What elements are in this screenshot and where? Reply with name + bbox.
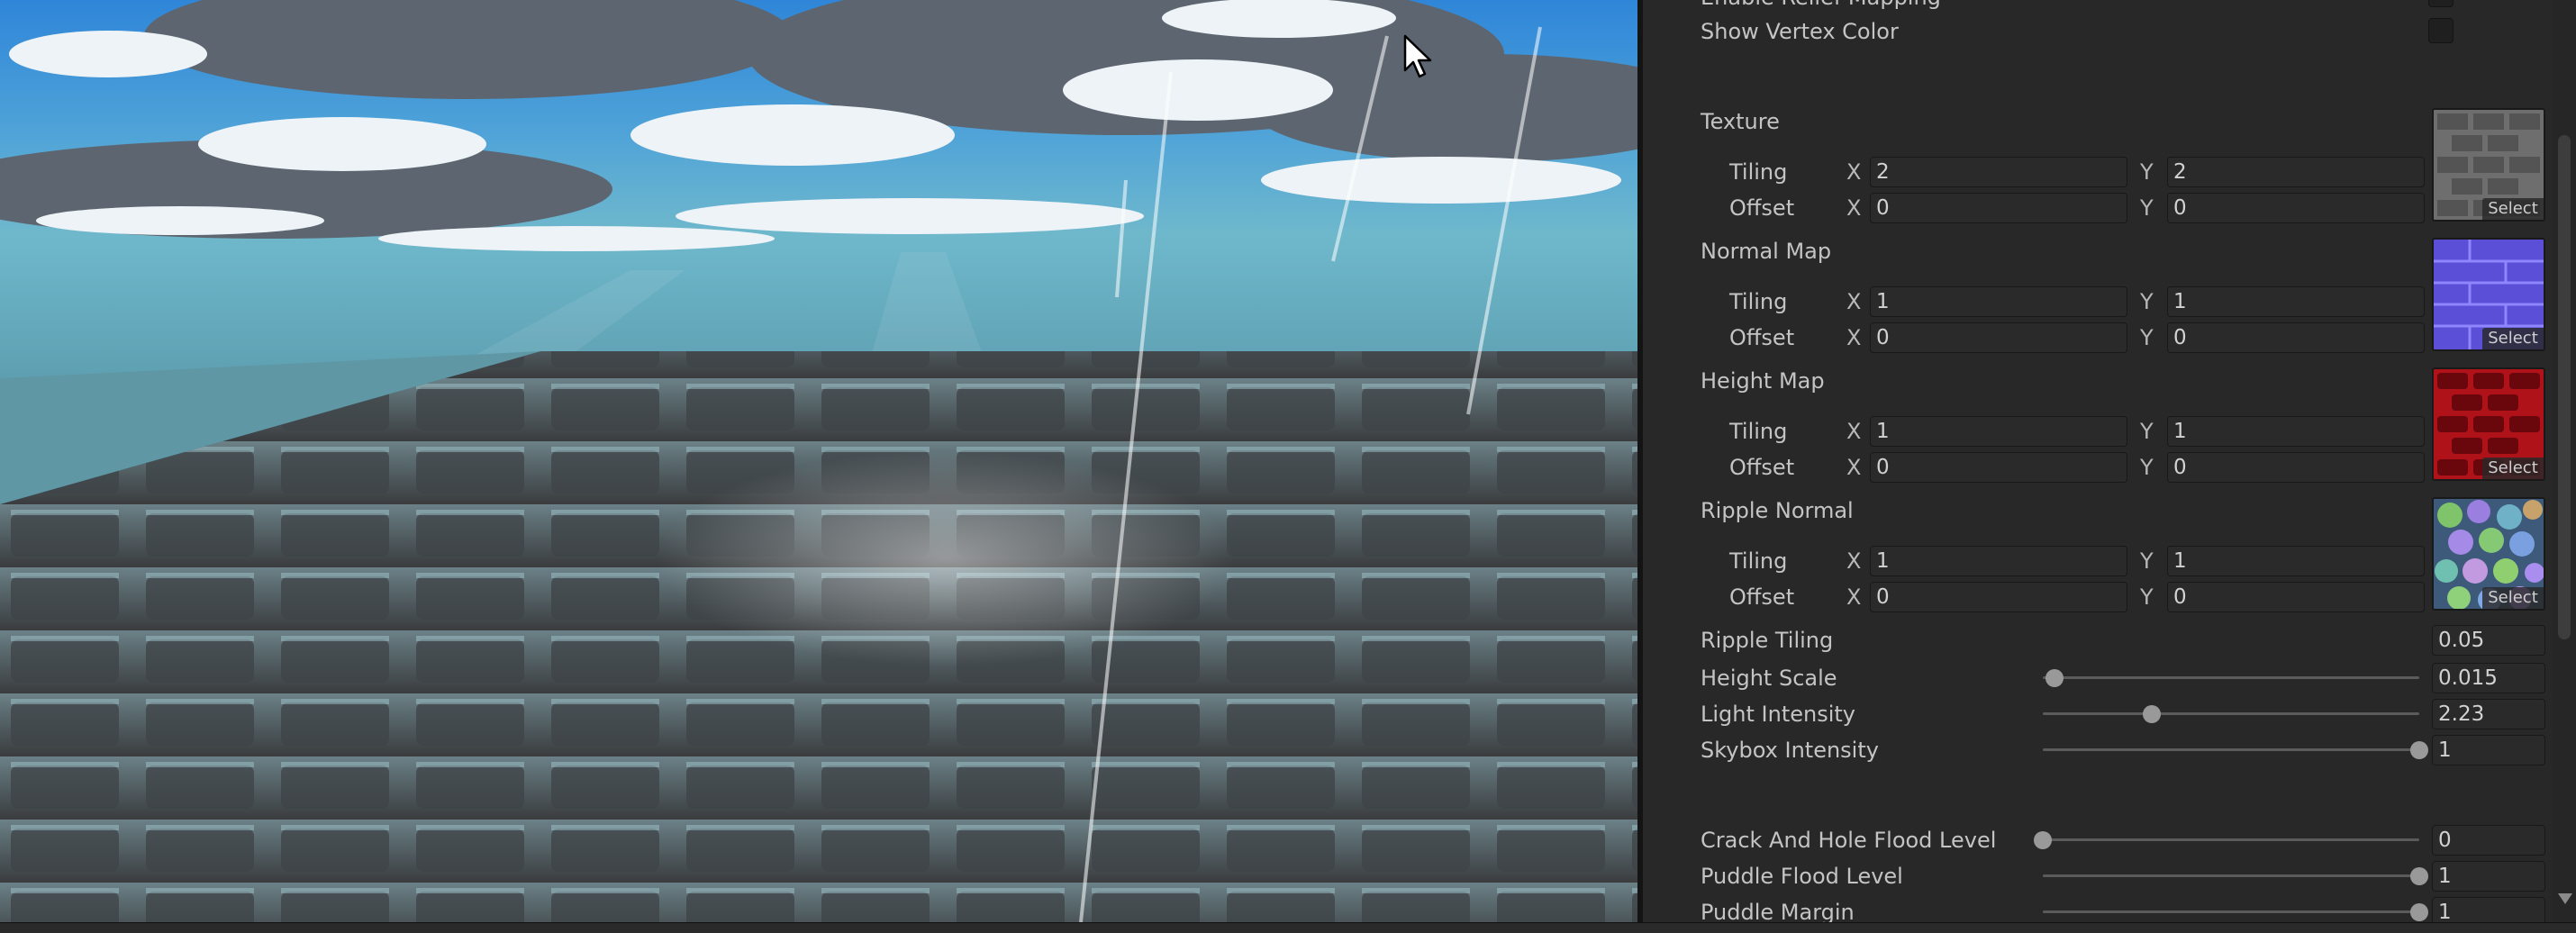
offset-label: Offset	[1729, 455, 1795, 480]
offset-y-field[interactable]: 0	[2167, 582, 2425, 612]
offset-y-field[interactable]: 0	[2167, 322, 2425, 353]
tiling-x-axis-label: X	[1846, 548, 1862, 574]
height-map-select-button[interactable]: Select	[2482, 457, 2544, 479]
slider-knob[interactable]	[2410, 867, 2428, 885]
tiling-label: Tiling	[1729, 548, 1788, 574]
slider-value-field[interactable]: 1	[2432, 897, 2545, 922]
slider-track[interactable]	[2043, 899, 2428, 922]
show-vertex-color-label: Show Vertex Color	[1701, 19, 1899, 44]
tiling-x-field[interactable]: 1	[1870, 546, 2127, 576]
tiling-x-axis-label: X	[1846, 289, 1862, 314]
offset-x-axis-label: X	[1846, 195, 1862, 221]
scroll-down-arrow-icon[interactable]	[2558, 893, 2572, 904]
normal-map-select-button[interactable]: Select	[2482, 328, 2544, 349]
enable-relief-mapping-label: Enable Relief Mapping	[1701, 0, 1941, 11]
offset-x-field[interactable]: 0	[1870, 452, 2127, 483]
slider-label: Crack And Hole Flood Level	[1701, 828, 1997, 853]
offset-y-axis-label: Y	[2140, 584, 2154, 610]
slider-track[interactable]	[2034, 827, 2419, 854]
tiling-y-axis-label: Y	[2140, 548, 2154, 574]
slider-value-field[interactable]: 2.23	[2432, 699, 2545, 729]
material-inspector-panel: Enable Relief Mapping Show Vertex Color …	[1643, 0, 2576, 922]
texture-slot-label: Normal Map	[1701, 239, 1832, 264]
slider-knob[interactable]	[2410, 741, 2428, 759]
texture-slot-label: Texture	[1701, 109, 1780, 134]
offset-y-field[interactable]: 0	[2167, 193, 2425, 223]
slider-rail	[2043, 712, 2419, 715]
tiling-y-axis-label: Y	[2140, 159, 2154, 185]
tiling-y-axis-label: Y	[2140, 419, 2154, 444]
stone-tile-texture-thumbnail[interactable]: Select	[2432, 108, 2545, 222]
tiling-y-field[interactable]: 1	[2167, 416, 2425, 447]
slider-track[interactable]	[2043, 701, 2419, 728]
normal-map-texture-thumbnail[interactable]: Select	[2432, 238, 2545, 351]
tiling-label: Tiling	[1729, 289, 1788, 314]
slider-knob[interactable]	[2410, 903, 2428, 921]
show-vertex-color-toggle[interactable]	[2428, 18, 2454, 43]
slider-label: Height Scale	[1701, 666, 1837, 691]
enable-relief-mapping-toggle[interactable]	[2428, 0, 2454, 7]
offset-y-axis-label: Y	[2140, 195, 2154, 221]
slider-value-field[interactable]: 0.015	[2432, 663, 2545, 693]
tiling-x-axis-label: X	[1846, 419, 1862, 444]
tiling-y-axis-label: Y	[2140, 289, 2154, 314]
offset-x-axis-label: X	[1846, 325, 1862, 350]
ripple-tiling-field[interactable]: 0.05	[2432, 625, 2545, 656]
slider-rail	[2043, 874, 2419, 877]
slider-label: Light Intensity	[1701, 702, 1855, 727]
rainy-cobblestone-scene	[0, 0, 1637, 922]
offset-x-field[interactable]: 0	[1870, 193, 2127, 223]
texture-slot-label: Height Map	[1701, 368, 1825, 394]
tiling-x-axis-label: X	[1846, 159, 1862, 185]
slider-track[interactable]	[2043, 737, 2428, 764]
tiling-y-field[interactable]: 1	[2167, 286, 2425, 317]
scrollbar-thumb[interactable]	[2558, 135, 2571, 639]
height-map-texture-thumbnail[interactable]: Select	[2432, 367, 2545, 481]
tiling-x-field[interactable]: 2	[1870, 157, 2127, 187]
slider-rail	[2043, 910, 2419, 913]
offset-label: Offset	[1729, 195, 1795, 221]
slider-track[interactable]	[2043, 863, 2428, 890]
offset-label: Offset	[1729, 584, 1795, 610]
slider-value-field[interactable]: 1	[2432, 735, 2545, 765]
tiling-y-field[interactable]: 1	[2167, 546, 2425, 576]
slider-label: Skybox Intensity	[1701, 738, 1879, 763]
slider-knob[interactable]	[2143, 705, 2162, 723]
ripple-tiling-label: Ripple Tiling	[1701, 628, 1834, 653]
offset-x-field[interactable]: 0	[1870, 322, 2127, 353]
slider-rail	[2043, 748, 2419, 751]
texture-select-button[interactable]: Select	[2482, 198, 2544, 220]
slider-knob[interactable]	[2034, 831, 2052, 849]
slider-track[interactable]	[2043, 665, 2419, 692]
slider-rail	[2043, 838, 2419, 841]
ripple-normal-texture-thumbnail[interactable]: Select	[2432, 497, 2545, 611]
tiling-x-field[interactable]: 1	[1870, 416, 2127, 447]
offset-x-axis-label: X	[1846, 455, 1862, 480]
tiling-label: Tiling	[1729, 159, 1788, 185]
offset-y-field[interactable]: 0	[2167, 452, 2425, 483]
slider-value-field[interactable]: 0	[2432, 825, 2545, 856]
slider-label: Puddle Margin	[1701, 900, 1855, 922]
slider-label: Puddle Flood Level	[1701, 864, 1903, 889]
inspector-scrollbar[interactable]	[2553, 0, 2576, 922]
tiling-label: Tiling	[1729, 419, 1788, 444]
slider-value-field[interactable]: 1	[2432, 861, 2545, 892]
texture-slot-label: Ripple Normal	[1701, 498, 1854, 523]
offset-label: Offset	[1729, 325, 1795, 350]
slider-knob[interactable]	[2045, 669, 2064, 687]
tiling-y-field[interactable]: 2	[2167, 157, 2425, 187]
slider-rail	[2043, 676, 2419, 679]
offset-y-axis-label: Y	[2140, 455, 2154, 480]
tiling-x-field[interactable]: 1	[1870, 286, 2127, 317]
offset-x-field[interactable]: 0	[1870, 582, 2127, 612]
offset-y-axis-label: Y	[2140, 325, 2154, 350]
bottom-status-strip	[0, 922, 2576, 933]
offset-x-axis-label: X	[1846, 584, 1862, 610]
scene-viewport[interactable]	[0, 0, 1637, 922]
ripple-normal-select-button[interactable]: Select	[2482, 587, 2544, 609]
